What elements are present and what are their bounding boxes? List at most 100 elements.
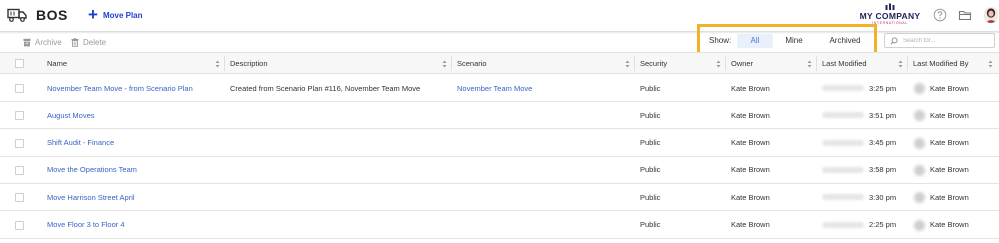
- header-scenario[interactable]: Scenario: [457, 53, 487, 73]
- table-header: Name Description Scenario Security Owner…: [0, 52, 999, 74]
- cell-name[interactable]: Move Floor 3 to Floor 4: [47, 212, 125, 238]
- archive-button[interactable]: Archive: [23, 37, 62, 47]
- cell-name[interactable]: November Team Move - from Scenario Plan: [47, 75, 193, 101]
- sort-icon[interactable]: [442, 60, 447, 68]
- show-label: Show:: [709, 36, 732, 45]
- table-row[interactable]: Move the Operations Team Public Kate Brown…: [0, 156, 999, 184]
- cell-security: Public: [640, 83, 661, 93]
- sort-icon[interactable]: [807, 60, 812, 68]
- redacted-date: [822, 194, 864, 201]
- filter-archived[interactable]: Archived: [819, 34, 871, 48]
- cell-security: Public: [640, 165, 661, 175]
- row-checkbox[interactable]: [15, 220, 24, 230]
- column-divider: [725, 56, 726, 71]
- cell-owner: Kate Brown: [731, 110, 770, 120]
- cell-name[interactable]: Move the Operations Team: [47, 157, 137, 183]
- sort-icon[interactable]: [716, 60, 721, 68]
- search-icon: [890, 37, 898, 45]
- cell-last-modified-by: Kate Brown: [930, 165, 969, 175]
- row-checkbox[interactable]: [15, 84, 24, 93]
- cell-scenario[interactable]: November Team Move: [457, 75, 532, 101]
- cell-description: Created from Scenario Plan #116, Novembe…: [230, 83, 421, 93]
- cell-owner: Kate Brown: [731, 138, 770, 148]
- cell-name[interactable]: Shift Audit - Finance: [47, 130, 114, 156]
- redacted-date: [822, 221, 864, 228]
- search-input[interactable]: [903, 35, 991, 46]
- cell-last-modified-time: 3:58 pm: [869, 165, 897, 175]
- table-row[interactable]: Move Harrison Street April Public Kate Bro…: [0, 184, 999, 212]
- header-last-modified-by[interactable]: Last Modified By: [913, 53, 968, 73]
- trash-icon: [71, 37, 79, 47]
- cell-last-modified-by: Kate Brown: [930, 83, 969, 93]
- folder-icon[interactable]: [958, 8, 972, 22]
- cell-security: Public: [640, 138, 661, 148]
- plus-icon: +: [88, 5, 98, 24]
- table-row[interactable]: Shift Audit - Finance Public Kate Brown 3:4…: [0, 129, 999, 157]
- cell-last-modified-time: 3:30 pm: [869, 192, 897, 202]
- cell-name[interactable]: August Moves: [47, 102, 95, 128]
- filter-mine[interactable]: Mine: [775, 34, 813, 48]
- redacted-avatar: [914, 192, 925, 204]
- move-plan-button[interactable]: + Move Plan: [88, 5, 143, 24]
- redacted-date: [822, 166, 864, 173]
- cell-last-modified-time: 3:51 pm: [869, 110, 897, 120]
- cell-owner: Kate Brown: [731, 83, 770, 93]
- cell-last-modified-time: 2:25 pm: [869, 220, 897, 229]
- help-icon[interactable]: [933, 8, 947, 22]
- column-divider: [634, 56, 635, 71]
- row-checkbox[interactable]: [15, 138, 24, 148]
- cell-owner: Kate Brown: [731, 192, 770, 202]
- column-divider: [224, 56, 225, 71]
- cell-owner: Kate Brown: [731, 220, 770, 229]
- header-last-modified[interactable]: Last Modified: [822, 53, 867, 73]
- move-plan-label: Move Plan: [102, 10, 143, 20]
- redacted-avatar: [914, 219, 925, 231]
- redacted-date: [822, 139, 864, 146]
- delete-button[interactable]: Delete: [71, 37, 106, 47]
- table-row[interactable]: Move Floor 3 to Floor 4 Public Kate Brown 2…: [0, 211, 999, 239]
- sort-icon[interactable]: [898, 60, 903, 68]
- cell-security: Public: [640, 192, 661, 202]
- delete-label: Delete: [83, 37, 107, 47]
- header-name[interactable]: Name: [47, 53, 67, 73]
- crown-icon: [885, 3, 895, 10]
- app-title: BOS: [36, 7, 68, 23]
- row-checkbox[interactable]: [15, 165, 24, 175]
- row-checkbox[interactable]: [15, 111, 24, 121]
- redacted-avatar: [914, 137, 925, 149]
- table-row[interactable]: August Moves Public Kate Brown 3:51 pm Kate …: [0, 102, 999, 130]
- header-description[interactable]: Description: [230, 53, 268, 73]
- archive-label: Archive: [35, 37, 62, 47]
- cell-last-modified-by: Kate Brown: [930, 192, 969, 202]
- column-divider: [451, 56, 452, 71]
- cell-last-modified-time: 3:25 pm: [869, 83, 897, 93]
- search-box[interactable]: [884, 33, 995, 48]
- logo-name: MY COMPANY: [859, 11, 921, 21]
- cell-security: Public: [640, 110, 661, 120]
- truck-icon: [7, 8, 27, 22]
- cell-last-modified-by: Kate Brown: [930, 138, 969, 148]
- filter-all[interactable]: All: [737, 34, 773, 48]
- redacted-avatar: [914, 83, 925, 94]
- sort-icon[interactable]: [215, 60, 220, 68]
- cell-last-modified-time: 3:45 pm: [869, 138, 897, 148]
- header-security[interactable]: Security: [640, 53, 667, 73]
- column-divider: [816, 56, 817, 71]
- row-checkbox[interactable]: [15, 193, 24, 203]
- sort-icon[interactable]: [625, 60, 630, 68]
- archive-icon: [23, 38, 31, 46]
- cell-name[interactable]: Move Harrison Street April: [47, 184, 135, 210]
- redacted-date: [822, 85, 864, 91]
- select-all-checkbox[interactable]: [15, 59, 24, 68]
- table-row[interactable]: November Team Move - from Scenario Plan C…: [0, 75, 999, 102]
- cell-last-modified-by: Kate Brown: [930, 220, 969, 229]
- cell-owner: Kate Brown: [731, 165, 770, 175]
- redacted-avatar: [914, 110, 925, 122]
- avatar[interactable]: [984, 7, 998, 23]
- redacted-avatar: [914, 164, 925, 176]
- cell-security: Public: [640, 220, 661, 229]
- header-owner[interactable]: Owner: [731, 53, 753, 73]
- redacted-date: [822, 112, 864, 119]
- sort-icon[interactable]: [988, 60, 993, 68]
- column-divider: [907, 56, 908, 71]
